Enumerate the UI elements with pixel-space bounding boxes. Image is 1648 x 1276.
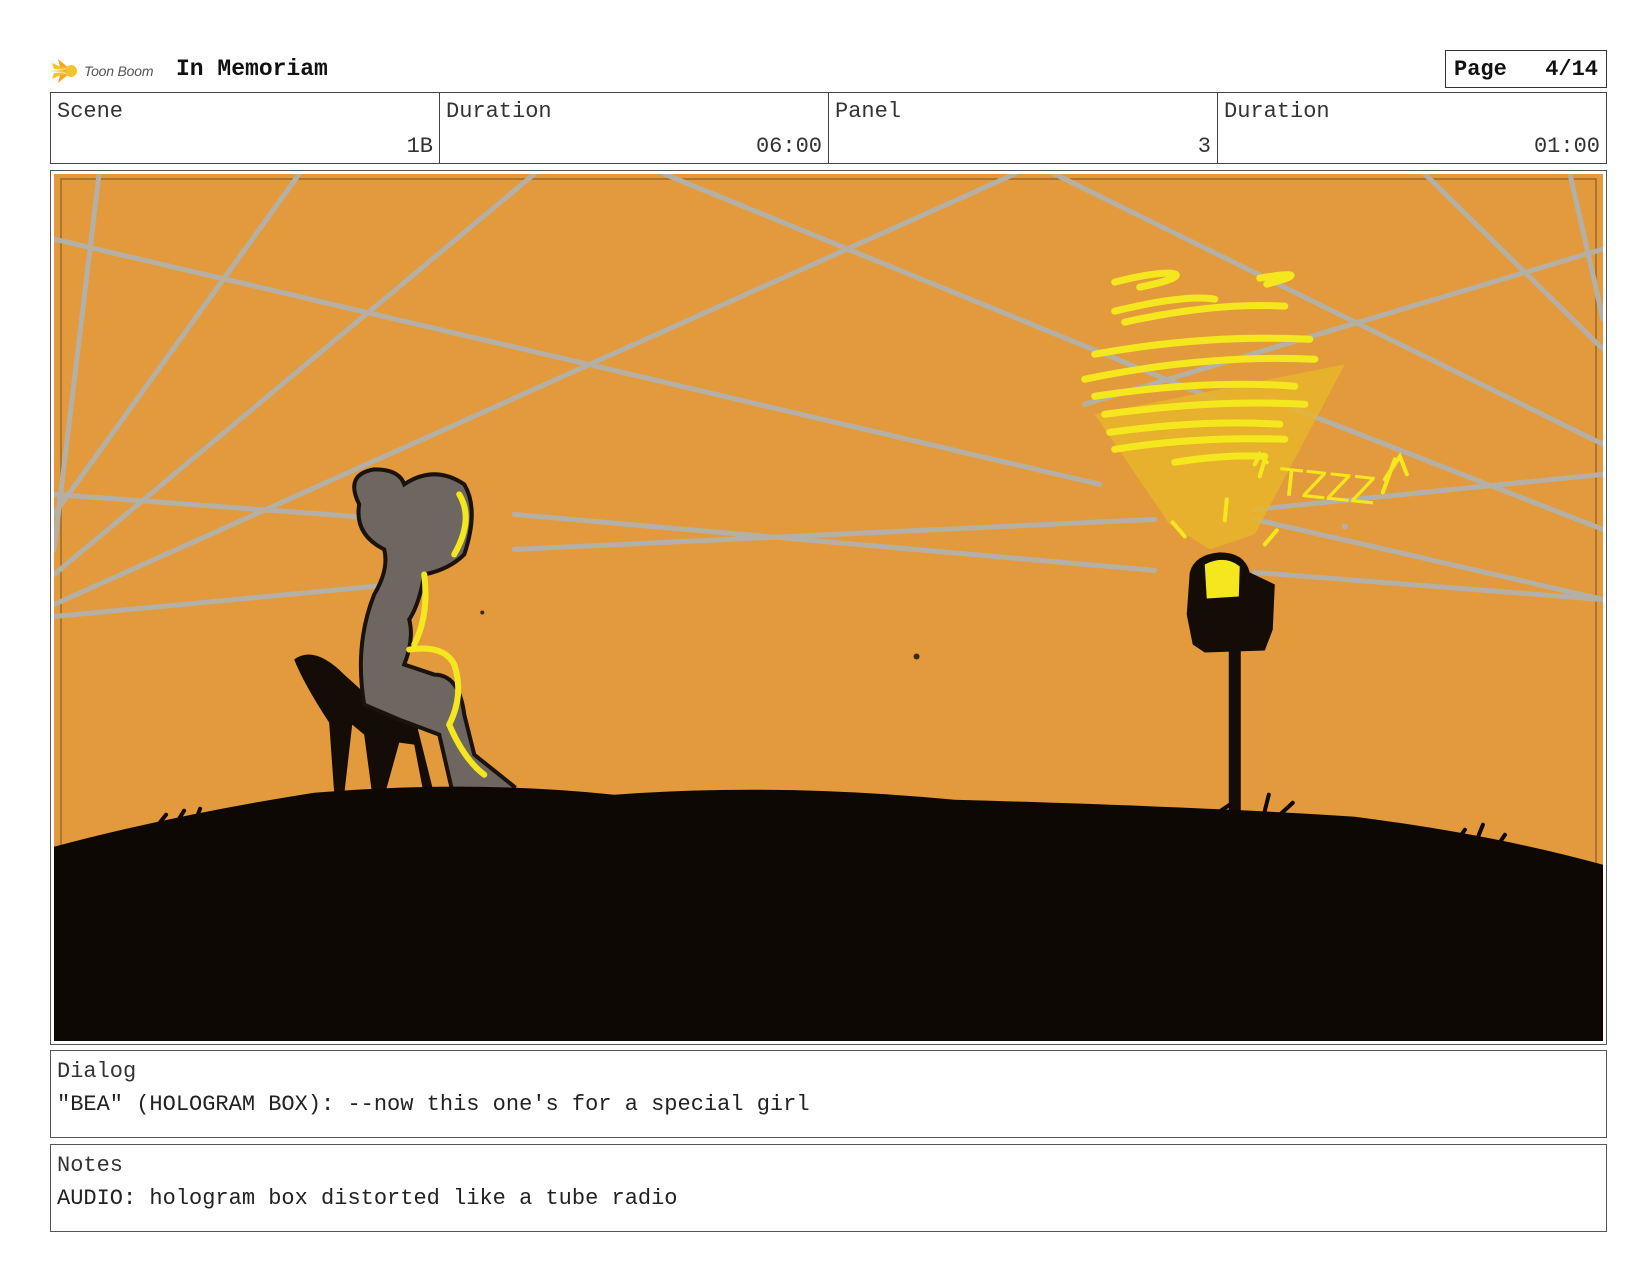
dark-ground: [54, 786, 1603, 1041]
panel-duration-value: 01:00: [1533, 134, 1600, 159]
logo-text: Toon Boom: [84, 63, 154, 79]
page-number: 4/14: [1545, 56, 1598, 82]
starburst-icon: [50, 59, 77, 83]
speck: [480, 610, 485, 615]
panel-frame: TZZZ: [50, 170, 1607, 1045]
speck: [913, 653, 920, 660]
panel-artwork: TZZZ: [54, 174, 1603, 1041]
speck: [1341, 523, 1348, 530]
scene-value: 1B: [406, 134, 433, 159]
scene-duration-cell: Duration 06:00: [440, 93, 829, 163]
scene-duration-label: Duration: [446, 99, 552, 124]
scene-label: Scene: [57, 99, 124, 124]
dialog-label: Dialog: [57, 1059, 137, 1084]
scene-duration-value: 06:00: [755, 134, 822, 159]
notes-label: Notes: [57, 1153, 124, 1178]
panel-value: 3: [1197, 134, 1211, 159]
panel-cell: Panel 3: [829, 93, 1218, 163]
panel-duration-cell: Duration 01:00: [1218, 93, 1606, 163]
dialog-text: "BEA" (HOLOGRAM BOX): --now this one's f…: [57, 1092, 810, 1117]
panel-label: Panel: [835, 99, 902, 124]
toon-boom-logo: Toon Boom: [50, 56, 153, 86]
panel-duration-label: Duration: [1224, 99, 1330, 124]
storyboard-header: Toon Boom In Memoriam Page 4/14: [50, 50, 1607, 92]
storyboard-title: In Memoriam: [176, 56, 328, 82]
scene-cell: Scene 1B: [51, 93, 440, 163]
info-row: Scene 1B Duration 06:00 Panel 3 Duration…: [50, 92, 1607, 164]
notes-box: Notes AUDIO: hologram box distorted like…: [50, 1144, 1607, 1232]
notes-text: AUDIO: hologram box distorted like a tub…: [57, 1186, 678, 1211]
dialog-box: Dialog "BEA" (HOLOGRAM BOX): --now this …: [50, 1050, 1607, 1138]
page-indicator: Page 4/14: [1445, 50, 1607, 88]
page-label: Page: [1454, 56, 1507, 82]
